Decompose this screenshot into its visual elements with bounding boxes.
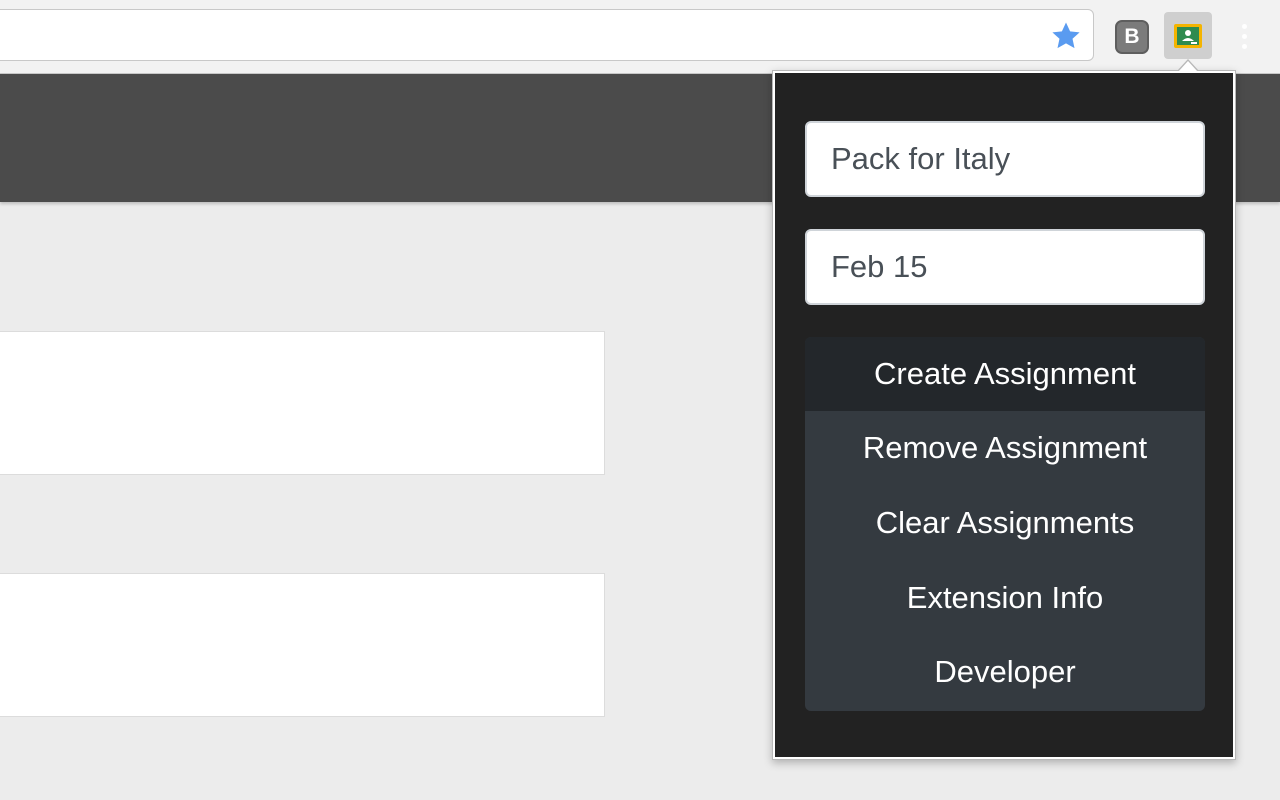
address-bar[interactable] bbox=[0, 9, 1094, 61]
b-extension-icon[interactable]: B bbox=[1115, 20, 1149, 54]
clear-assignments-button[interactable]: Clear Assignments bbox=[805, 485, 1205, 561]
classroom-logo-icon bbox=[1174, 24, 1202, 48]
action-menu: Create Assignment Remove Assignment Clea… bbox=[805, 337, 1205, 711]
assignment-name-input[interactable] bbox=[805, 121, 1205, 197]
content-card bbox=[0, 573, 605, 717]
remove-assignment-button[interactable]: Remove Assignment bbox=[805, 411, 1205, 485]
content-card bbox=[0, 331, 605, 475]
extension-popup: Create Assignment Remove Assignment Clea… bbox=[772, 70, 1236, 760]
classroom-icon[interactable] bbox=[1164, 12, 1212, 59]
kebab-menu-icon[interactable] bbox=[1238, 24, 1250, 50]
star-icon[interactable] bbox=[1048, 19, 1084, 53]
create-assignment-button[interactable]: Create Assignment bbox=[805, 337, 1205, 411]
extension-info-button[interactable]: Extension Info bbox=[805, 561, 1205, 635]
developer-button[interactable]: Developer bbox=[805, 635, 1205, 709]
popup-caret-inner bbox=[1178, 61, 1198, 72]
browser-toolbar: B bbox=[0, 0, 1280, 74]
due-date-input[interactable] bbox=[805, 229, 1205, 305]
popup-body: Create Assignment Remove Assignment Clea… bbox=[775, 73, 1233, 757]
